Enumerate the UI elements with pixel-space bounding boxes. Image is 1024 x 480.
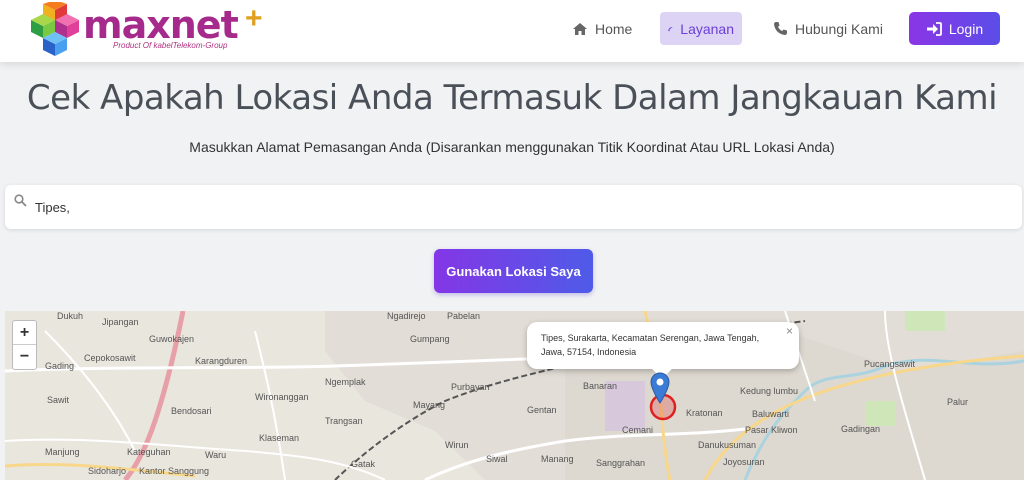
login-button[interactable]: Login [909, 12, 1000, 45]
coverage-map[interactable]: + − Dukuh Jipangan Ngadirejo Pabelan Guw… [5, 311, 1024, 480]
nav-hubungi-kami[interactable]: Hubungi Kami [765, 12, 891, 45]
map-label: Jipangan [102, 317, 139, 327]
map-label: Wirun [445, 440, 469, 450]
map-label: Karangduren [195, 356, 248, 366]
map-label: Siwal [486, 454, 508, 464]
map-label: Ngemplak [325, 377, 366, 387]
map-label: Kedung lumbu [740, 386, 799, 396]
map-label: Kratonan [686, 408, 723, 418]
nav-kontak-label: Hubungi Kami [795, 20, 883, 37]
map-label: Pucangsawit [864, 359, 916, 369]
map-label: Cemani [622, 425, 654, 435]
map-label: Sidoharjo [88, 466, 127, 476]
location-popup: Tipes, Surakarta, Kecamatan Serengan, Ja… [527, 322, 799, 379]
map-label: Trangsan [325, 416, 363, 426]
brand-tagline: Product Of kabelTelekom-Group [113, 41, 228, 50]
phone-icon [774, 22, 787, 35]
map-label: Baluwarti [752, 409, 790, 419]
popup-address: Tipes, Surakarta, Kecamatan Serengan, Ja… [541, 333, 760, 357]
map-label: Cepokosawit [84, 353, 136, 363]
map-label: Gadingan [841, 424, 881, 434]
nav-home-label: Home [595, 20, 633, 37]
brand-plus: + [245, 2, 263, 35]
map-label: Palur [947, 397, 969, 407]
map-label: Gading [45, 361, 75, 371]
zoom-in-button[interactable]: + [13, 321, 36, 345]
page-subtitle: Masukkan Alamat Pemasangan Anda (Disaran… [189, 139, 835, 155]
page-title: Cek Apakah Lokasi Anda Termasuk Dalam Ja… [26, 78, 998, 118]
address-search-input[interactable] [35, 194, 1005, 220]
house-icon [573, 22, 587, 35]
use-my-location-button[interactable]: Gunakan Lokasi Saya [434, 249, 593, 293]
map-label: Pabelan [447, 311, 481, 321]
nav-home[interactable]: Home [564, 12, 640, 45]
cubes-logo-icon [31, 2, 79, 56]
wifi-signal-icon [668, 26, 673, 31]
map-label: Joyosuran [723, 457, 765, 467]
search-icon [14, 194, 27, 207]
nav-layanan[interactable]: Layanan [660, 12, 742, 45]
map-label: Gentan [527, 405, 557, 415]
login-arrow-icon [926, 21, 942, 36]
popup-close-button[interactable]: × [786, 324, 793, 338]
map-label: Manjung [45, 447, 80, 457]
navbar: maxnet + Product Of kabelTelekom-Group H… [0, 0, 1024, 62]
map-label: Danukusuman [698, 440, 757, 450]
login-label: Login [948, 20, 984, 37]
map-label: Manang [541, 454, 574, 464]
map-label: Wironanggan [255, 392, 309, 402]
map-label: Kateguhan [127, 447, 171, 457]
map-label: Ngadirejo [387, 311, 426, 321]
map-label: Sawit [47, 395, 70, 405]
map-label: Klaseman [259, 433, 300, 443]
map-label: Guwokajen [149, 334, 195, 344]
map-label: Gatak [351, 459, 376, 469]
map-label: Bendosari [171, 406, 212, 416]
map-label: Pasar Kliwon [745, 425, 798, 435]
brand-logo[interactable]: maxnet + Product Of kabelTelekom-Group [27, 0, 269, 58]
map-label: Mayang [413, 400, 446, 410]
map-label: Kantor Sanggung [139, 466, 210, 476]
map-label: Sanggrahan [596, 458, 646, 468]
map-label: Purbayan [451, 382, 490, 392]
map-pin-icon[interactable] [650, 372, 670, 404]
map-zoom-control: + − [12, 320, 37, 370]
search-box [5, 185, 1022, 229]
zoom-out-button[interactable]: − [13, 345, 36, 369]
nav-layanan-label: Layanan [680, 20, 734, 37]
map-label: Banaran [583, 381, 618, 391]
map-label: Waru [205, 450, 227, 460]
map-label: Gumpang [410, 334, 450, 344]
map-label: Dukuh [57, 311, 84, 321]
